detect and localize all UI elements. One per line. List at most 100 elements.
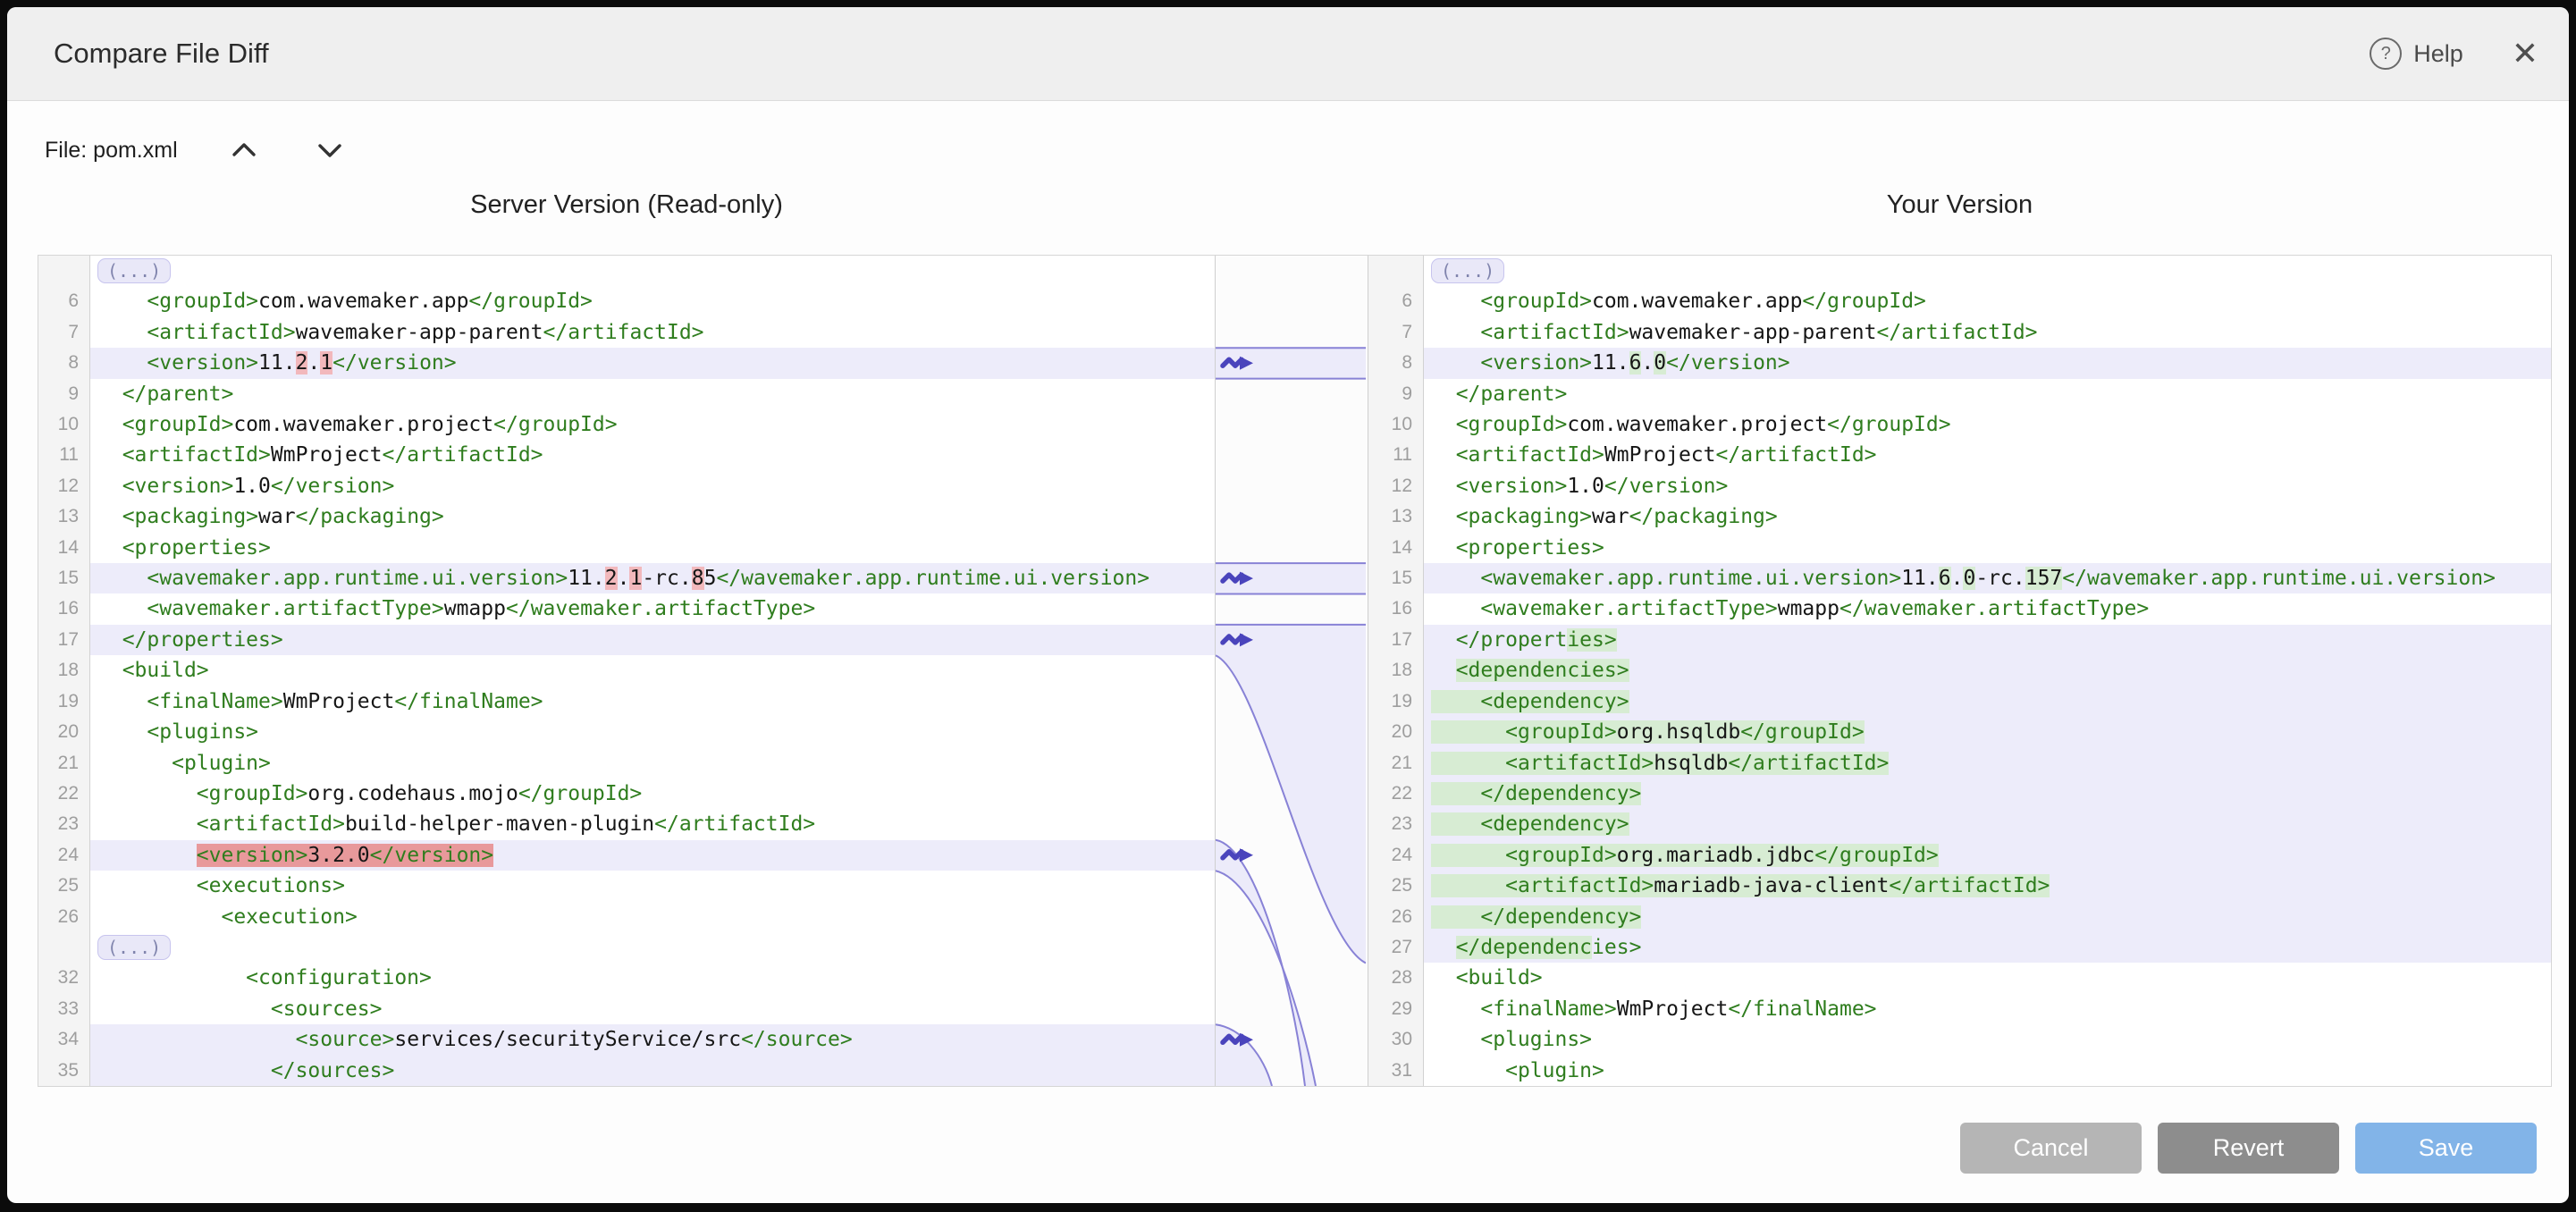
- compare-file-diff-dialog: Compare File Diff ? Help ✕ File: pom.xml…: [7, 7, 2569, 1203]
- code-line: <version>3.2.0</version>: [90, 840, 1215, 871]
- code-row: 34 <source>services/securityService/src<…: [38, 1024, 1215, 1055]
- line-number: 18: [1368, 655, 1424, 686]
- code-line: <dependency>: [1424, 686, 2551, 717]
- line-number: [1368, 256, 1424, 286]
- code-line: <artifactId>WmProject</artifactId>: [90, 440, 1215, 470]
- collapsed-region-chip[interactable]: (...): [97, 935, 171, 960]
- code-row: 8 <version>11.2.1</version>: [38, 348, 1215, 378]
- code-row: 14 <properties>: [1368, 533, 2551, 563]
- cancel-button[interactable]: Cancel: [1960, 1123, 2142, 1174]
- code-row: 23 <dependency>: [1368, 809, 2551, 839]
- line-number: [38, 932, 90, 963]
- code-row: 19 <finalName>WmProject</finalName>: [38, 686, 1215, 717]
- server-version-pane[interactable]: (...)6 <groupId>com.wavemaker.app</group…: [38, 256, 1216, 1086]
- code-line: <build>: [90, 655, 1215, 686]
- code-line: <version>1.0</version>: [1424, 471, 2551, 501]
- code-line: <execution>: [90, 902, 1215, 932]
- revert-button[interactable]: Revert: [2158, 1123, 2339, 1174]
- chevron-up-icon: [230, 140, 258, 160]
- code-line: <groupId>com.wavemaker.app</groupId>: [90, 286, 1215, 316]
- line-number: 14: [1368, 533, 1424, 563]
- code-line: <artifactId>wavemaker-app-parent</artifa…: [90, 317, 1215, 348]
- collapsed-region-chip[interactable]: (...): [97, 258, 171, 283]
- code-line: <finalName>WmProject</finalName>: [90, 686, 1215, 717]
- code-line: <groupId>com.wavemaker.project</groupId>: [1424, 409, 2551, 440]
- line-number: 16: [38, 593, 90, 624]
- line-number: 10: [1368, 409, 1424, 440]
- line-number: 7: [38, 317, 90, 348]
- code-line: </sources>: [90, 1056, 1215, 1086]
- code-line: <wavemaker.artifactType>wmapp</wavemaker…: [1424, 593, 2551, 624]
- code-line: <plugins>: [1424, 1024, 2551, 1055]
- dialog-header: Compare File Diff ? Help ✕: [7, 7, 2569, 101]
- code-line: <artifactId>WmProject</artifactId>: [1424, 440, 2551, 470]
- line-number: 21: [38, 748, 90, 779]
- code-line: <sources>: [90, 994, 1215, 1024]
- code-row: (...): [1368, 256, 2551, 286]
- code-row: 7 <artifactId>wavemaker-app-parent</arti…: [38, 317, 1215, 348]
- code-line: <groupId>com.wavemaker.project</groupId>: [90, 409, 1215, 440]
- code-row: 32 <configuration>: [38, 963, 1215, 993]
- code-line: <dependency>: [1424, 809, 2551, 839]
- line-number: 24: [38, 840, 90, 871]
- code-row: 35 </sources>: [38, 1056, 1215, 1086]
- code-row: 11 <artifactId>WmProject</artifactId>: [38, 440, 1215, 470]
- line-number: 21: [1368, 748, 1424, 779]
- code-row: 9 </parent>: [1368, 379, 2551, 409]
- code-line: </parent>: [1424, 379, 2551, 409]
- code-row: 26 </dependency>: [1368, 902, 2551, 932]
- code-line: <plugin>: [1424, 1056, 2551, 1086]
- line-number: 30: [1368, 1024, 1424, 1055]
- line-number: 20: [38, 717, 90, 747]
- code-line: </dependency>: [1424, 779, 2551, 809]
- code-row: 16 <wavemaker.artifactType>wmapp</wavema…: [1368, 593, 2551, 624]
- line-number: 13: [38, 501, 90, 532]
- code-row: 18 <build>: [38, 655, 1215, 686]
- collapsed-region-chip[interactable]: (...): [1431, 258, 1504, 283]
- previous-diff-button[interactable]: [224, 134, 264, 166]
- next-diff-button[interactable]: [310, 134, 349, 166]
- code-row: 15 <wavemaker.app.runtime.ui.version>11.…: [38, 563, 1215, 593]
- code-row: 13 <packaging>war</packaging>: [38, 501, 1215, 532]
- line-number: 10: [38, 409, 90, 440]
- line-number: 22: [38, 779, 90, 809]
- line-number: 6: [1368, 286, 1424, 316]
- question-mark-circle-icon: ?: [2370, 38, 2402, 70]
- code-line: <properties>: [90, 533, 1215, 563]
- help-button[interactable]: ? Help: [2370, 38, 2463, 70]
- line-number: 27: [1368, 932, 1424, 963]
- line-number: 31: [1368, 1056, 1424, 1086]
- code-row: (...): [38, 932, 1215, 963]
- code-row: 29 <finalName>WmProject</finalName>: [1368, 994, 2551, 1024]
- line-number: 16: [1368, 593, 1424, 624]
- code-row: 16 <wavemaker.artifactType>wmapp</wavema…: [38, 593, 1215, 624]
- close-icon[interactable]: ✕: [2512, 38, 2538, 70]
- code-row: 24 <version>3.2.0</version>: [38, 840, 1215, 871]
- code-row: 19 <dependency>: [1368, 686, 2551, 717]
- code-row: 13 <packaging>war</packaging>: [1368, 501, 2551, 532]
- line-number: 11: [38, 440, 90, 470]
- line-number: 17: [38, 625, 90, 655]
- line-number: 25: [38, 871, 90, 901]
- code-line: (...): [90, 932, 1215, 963]
- your-version-pane[interactable]: (...) 6 <groupId>com.wavemaker.app</group…: [1368, 256, 2552, 1086]
- line-number: 26: [38, 902, 90, 932]
- code-line: <groupId>org.codehaus.mojo</groupId>: [90, 779, 1215, 809]
- line-number: 34: [38, 1024, 90, 1055]
- code-line: <artifactId>wavemaker-app-parent</artifa…: [1424, 317, 2551, 348]
- line-number: 25: [1368, 871, 1424, 901]
- left-pane-title: Server Version (Read-only): [38, 190, 1216, 220]
- code-line: <groupId>com.wavemaker.app</groupId>: [1424, 286, 2551, 316]
- file-toolbar: File: pom.xml: [45, 134, 349, 166]
- code-row: 33 <sources>: [38, 994, 1215, 1024]
- code-row: 18 <dependencies>: [1368, 655, 2551, 686]
- save-button[interactable]: Save: [2355, 1123, 2537, 1174]
- line-number: [38, 256, 90, 286]
- code-row: 20 <groupId>org.hsqldb</groupId>: [1368, 717, 2551, 747]
- line-number: 11: [1368, 440, 1424, 470]
- line-number: 18: [38, 655, 90, 686]
- code-line: <finalName>WmProject</finalName>: [1424, 994, 2551, 1024]
- code-row: 12 <version>1.0</version>: [1368, 471, 2551, 501]
- line-number: 35: [38, 1056, 90, 1086]
- code-row: 26 <execution>: [38, 902, 1215, 932]
